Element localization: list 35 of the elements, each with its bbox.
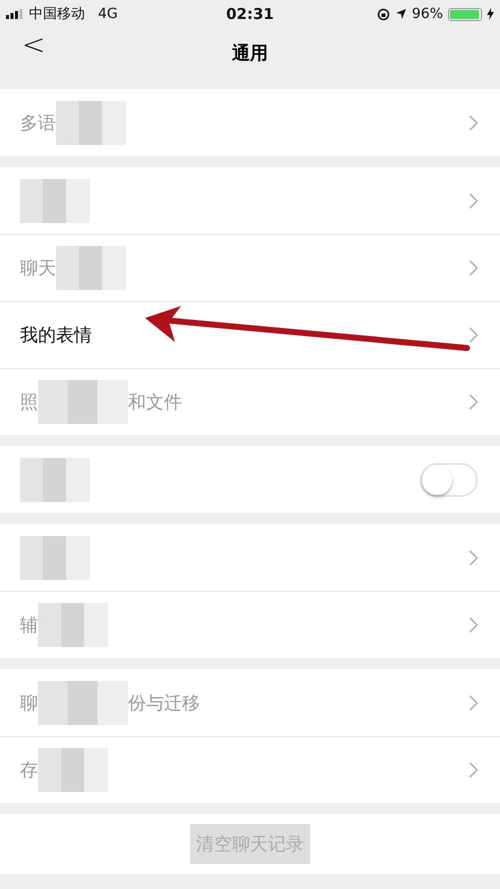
- carrier-name: 中国移动: [29, 5, 85, 23]
- row-label: 存: [20, 759, 38, 782]
- settings-row[interactable]: 多语: [0, 89, 500, 156]
- settings-row[interactable]: 存: [0, 736, 500, 803]
- chevron-right-icon: [469, 260, 478, 276]
- network-type: 4G: [98, 6, 118, 22]
- chevron-right-icon: [469, 550, 478, 566]
- clock-time: 02:31: [226, 5, 274, 23]
- row-label: 照: [20, 391, 38, 414]
- location-arrow-icon: [394, 8, 407, 20]
- rotation-lock-icon: [376, 8, 390, 20]
- back-button[interactable]: <: [18, 28, 50, 61]
- row-label: 我的表情: [20, 324, 92, 347]
- chevron-right-icon: [469, 114, 478, 130]
- chevron-right-icon: [469, 617, 478, 633]
- row-label: 和文件: [128, 391, 182, 414]
- charging-bolt-icon: [487, 8, 494, 20]
- row-label: 多语: [20, 112, 56, 134]
- row-label: 辅: [20, 614, 38, 637]
- signal-icon: [6, 9, 24, 19]
- chevron-right-icon: [469, 192, 478, 208]
- chevron-right-icon: [469, 394, 478, 410]
- row-label: 份与迁移: [128, 692, 200, 714]
- settings-row[interactable]: 聊天: [0, 234, 500, 301]
- row-label: 聊: [20, 692, 38, 714]
- page-title: 通用: [232, 42, 268, 65]
- battery-percent: 96%: [412, 6, 443, 22]
- chevron-right-icon: [469, 327, 478, 343]
- chevron-right-icon: [469, 694, 478, 710]
- chevron-right-icon: [469, 762, 478, 778]
- toggle-switch[interactable]: [420, 462, 478, 496]
- battery-icon: [448, 8, 482, 20]
- settings-row[interactable]: 照 和文件: [0, 368, 500, 435]
- settings-row[interactable]: 聊 份与迁移: [0, 669, 500, 736]
- row-label: 聊天: [20, 257, 56, 280]
